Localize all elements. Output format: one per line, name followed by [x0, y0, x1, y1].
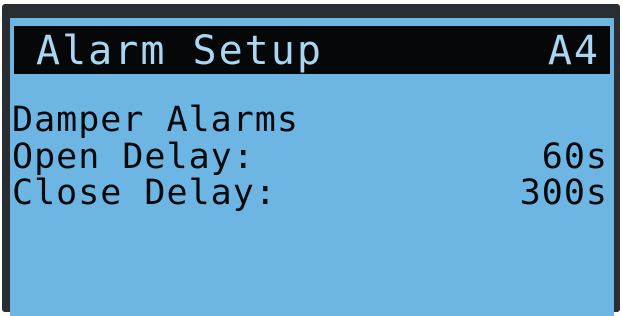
setting-row-close-delay[interactable]: Close Delay: 300s [10, 175, 610, 211]
open-delay-value[interactable]: 60s [542, 139, 608, 175]
section-title: Damper Alarms [10, 102, 610, 138]
display-frame: Alarm Setup A4 Damper Alarms Open Delay:… [2, 4, 620, 316]
section-title-label: Damper Alarms [12, 100, 299, 140]
header-bar: Alarm Setup A4 [14, 26, 610, 74]
lcd-screen: Alarm Setup A4 Damper Alarms Open Delay:… [10, 18, 614, 316]
screen-code: A4 [547, 28, 600, 74]
controller-display: Alarm Setup A4 Damper Alarms Open Delay:… [0, 0, 622, 316]
open-delay-label: Open Delay: [12, 137, 255, 177]
close-delay-label: Close Delay: [12, 173, 277, 213]
setting-row-open-delay[interactable]: Open Delay: 60s [10, 139, 610, 175]
close-delay-value[interactable]: 300s [520, 175, 608, 211]
screen-title: Alarm Setup [36, 28, 323, 74]
